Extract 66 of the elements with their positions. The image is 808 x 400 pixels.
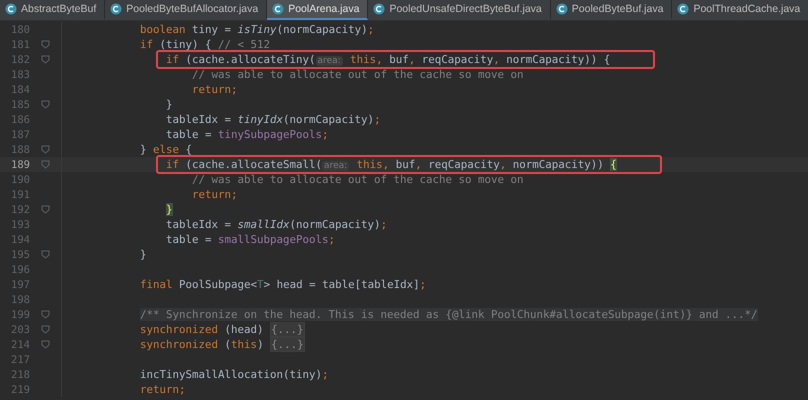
file-tab[interactable]: PooledUnsafeDirectByteBuf.java <box>368 0 551 20</box>
line-number: 196 <box>10 264 30 276</box>
fold-marker-icon[interactable] <box>41 100 50 109</box>
line-number: 198 <box>10 294 30 306</box>
code-line: if (tiny) { // < 512 <box>140 38 270 51</box>
code-line: tableIdx = smallIdx(normCapacity); <box>166 218 388 231</box>
code-line: synchronized (this) {...} <box>140 337 305 352</box>
class-icon <box>677 3 690 15</box>
line-number: 197 <box>10 278 30 290</box>
code-line: tableIdx = tinyIdx(normCapacity); <box>166 113 381 126</box>
file-tab[interactable]: PooledByteBuf.java <box>550 0 672 20</box>
code-line: } <box>140 248 147 261</box>
line-number: 187 <box>10 128 30 140</box>
code-line: boolean tiny = isTiny(normCapacity); <box>140 23 374 36</box>
line-number: 195 <box>10 248 30 260</box>
code-line: incTinySmallAllocation(tiny); <box>140 368 329 381</box>
class-icon <box>5 3 17 15</box>
file-tab[interactable]: AbstractByteBuf <box>0 0 106 20</box>
class-icon <box>373 3 386 15</box>
file-tab[interactable]: PoolArena.java <box>267 0 368 20</box>
code-line: synchronized (head) {...} <box>140 322 305 337</box>
class-icon <box>556 3 568 15</box>
line-number: 192 <box>10 204 30 216</box>
code-line: // was able to allocate out of the cache so move on <box>192 68 524 81</box>
line-number: 189 <box>10 158 30 170</box>
fold-marker-icon[interactable] <box>41 40 50 49</box>
line-number: 203 <box>10 324 30 336</box>
line-number: 180 <box>10 24 30 36</box>
file-tab[interactable]: PoolThreadCache.java <box>672 0 808 20</box>
line-number: 218 <box>10 368 30 380</box>
code-line: // was able to allocate out of the cache so move on <box>192 173 524 186</box>
line-number: 184 <box>10 84 30 96</box>
line-number: 191 <box>10 188 30 200</box>
fold-marker-icon[interactable] <box>41 310 50 319</box>
code-line: return; <box>192 83 238 96</box>
code-line: table = smallSubpagePools; <box>166 233 336 246</box>
class-icon <box>272 3 284 15</box>
fold-marker-icon[interactable] <box>41 340 50 349</box>
line-number: 181 <box>10 38 30 50</box>
code-line: return; <box>192 188 238 201</box>
fold-marker-icon[interactable] <box>41 325 50 334</box>
line-number: 214 <box>10 338 30 350</box>
code-line: if (cache.allocateTiny( area: this, buf, reqCapacity, normCapacity)) { <box>166 53 610 66</box>
fold-marker-icon[interactable] <box>41 145 50 154</box>
line-number: 219 <box>10 384 30 396</box>
code-line: } else { <box>140 143 192 156</box>
code-line: if (cache.allocateSmall( area: this, buf, reqCapacity, normCapacity)) { <box>166 158 617 171</box>
line-number: 183 <box>10 68 30 80</box>
line-number: 182 <box>10 54 30 66</box>
line-number: 190 <box>10 174 30 186</box>
line-number: 188 <box>10 144 30 156</box>
fold-marker-icon[interactable] <box>41 55 50 64</box>
line-number: 199 <box>10 308 30 320</box>
code-line: } <box>166 98 173 111</box>
line-number: 186 <box>10 114 30 126</box>
code-line: final PoolSubpage<T> head = table[tableIdx]; <box>140 278 426 291</box>
line-number: 193 <box>10 218 30 230</box>
fold-marker-icon[interactable] <box>41 160 50 169</box>
line-number: 185 <box>10 98 30 110</box>
line-number: 194 <box>10 234 30 246</box>
fold-marker-icon[interactable] <box>41 250 50 259</box>
code-line: table = tinySubpagePools; <box>166 128 329 141</box>
line-number: 217 <box>10 354 30 366</box>
class-icon <box>110 3 122 15</box>
code-line: return; <box>140 383 186 396</box>
fold-marker-icon[interactable] <box>41 205 50 214</box>
